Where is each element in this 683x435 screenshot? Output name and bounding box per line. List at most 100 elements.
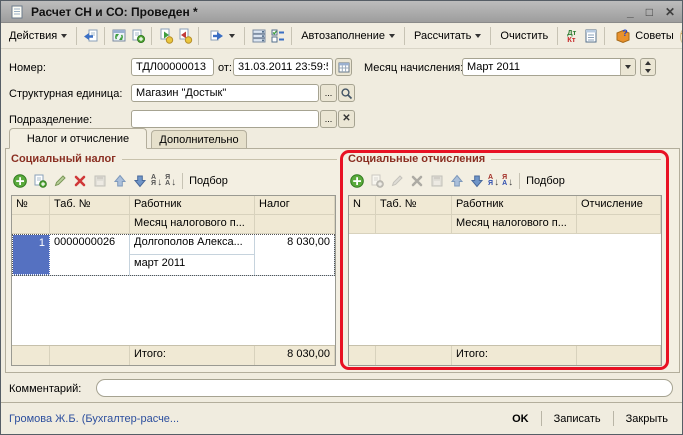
separator [182,173,183,189]
total-label: Итого: [130,346,255,365]
move-up-icon[interactable] [448,173,465,190]
close-form-button[interactable]: Закрыть [620,410,674,428]
chevron-down-icon [229,34,235,38]
move-down-icon[interactable] [131,173,148,190]
sort-asc-icon[interactable]: АЯ ↓ [488,175,499,188]
minimize-button[interactable]: _ [627,6,634,18]
spinner-down-icon[interactable] [641,67,655,75]
tab-additional[interactable]: Дополнительно [151,130,247,149]
sort-asc-icon[interactable]: АЯ ↓ [151,175,162,188]
close-button[interactable]: ✕ [665,6,675,18]
pick-button[interactable]: Подбор [189,175,228,187]
month-dropdown-button[interactable] [620,59,635,75]
table-header-row: № Таб. № Работник Налог [12,196,335,215]
copy-row-icon[interactable] [31,173,48,190]
save-button[interactable]: Записать [548,410,607,428]
calendar-button[interactable] [335,58,352,76]
calendar-icon [338,61,350,73]
worker-cell[interactable]: Долгополов Алекса... март 2011 [130,234,255,275]
autofill-menu-button[interactable]: Автозаполнение [297,28,399,44]
report-icon[interactable] [582,28,599,45]
comment-label: Комментарий: [9,383,81,395]
copy-row-icon[interactable] [368,173,385,190]
date-input[interactable] [233,58,333,76]
tab-tax-and-deduction[interactable]: Налог и отчисление [9,128,147,149]
department-clear-button[interactable]: ✕ [338,110,355,128]
titlebar: Расчет СН и СО: Проведен * _ □ ✕ [1,1,682,23]
add-row-icon[interactable] [11,173,28,190]
department-label: Подразделение: [9,114,92,126]
chevron-down-icon [475,34,481,38]
tips-book-icon: ? [614,28,631,45]
department-picker-button[interactable]: ... [320,110,337,128]
table-header-row2: Месяц налогового п... [12,215,335,234]
current-user-label: Громова Ж.Б. (Бухгалтер-расче... [9,413,179,425]
settings-checklist-icon[interactable] [269,28,286,45]
dtkt-postings-icon[interactable]: ДтКт [563,28,580,45]
calculate-label: Рассчитать [414,30,471,42]
tax-cell[interactable]: 8 030,00 [255,234,335,275]
month-spinner[interactable] [640,58,656,76]
go-to-menu-button[interactable] [204,26,239,47]
accrual-month-input[interactable] [462,58,636,76]
statusbar: Громова Ж.Б. (Бухгалтер-расче... OK Запи… [1,402,682,434]
number-input[interactable] [131,58,214,76]
spinner-up-icon[interactable] [641,59,655,67]
edit-row-icon[interactable] [388,173,405,190]
main-toolbar: Действия [1,24,682,49]
document-window: Расчет СН и СО: Проведен * _ □ ✕ Действи… [0,0,683,435]
total-value: 8 030,00 [255,346,335,365]
unit-input[interactable] [131,84,319,102]
sort-desc-icon[interactable]: ЯА ↓ [502,175,513,188]
ok-button[interactable]: OK [506,410,535,428]
clear-button[interactable]: Очистить [496,28,552,44]
delete-row-icon[interactable] [408,173,425,190]
table-footer-row: Итого: 8 030,00 [12,345,335,365]
chevron-down-icon [389,34,395,38]
separator [519,173,520,189]
actions-label: Действия [9,30,57,42]
maximize-button[interactable]: □ [646,6,653,18]
pick-button[interactable]: Подбор [526,175,565,187]
row-number-cell[interactable]: 1 [12,234,50,275]
delete-row-icon[interactable] [71,173,88,190]
calculate-menu-button[interactable]: Рассчитать [410,28,485,44]
date-prefix-label: от: [218,62,232,74]
comment-input[interactable] [96,379,673,397]
separator [613,411,614,426]
end-edit-icon[interactable] [91,173,108,190]
separator [151,27,152,45]
tips-label: Советы [635,30,673,42]
department-input[interactable] [131,110,319,128]
add-row-icon[interactable] [348,173,365,190]
col-tabnum: Таб. № [376,196,452,215]
table-body[interactable] [349,234,661,345]
unpost-document-icon[interactable] [176,28,193,45]
col-num: N [349,196,376,215]
social-deductions-toolbar: АЯ ↓ ЯА ↓ Подбор [348,171,565,191]
table-body: 1 0000000026 Долгополов Алекса... март 2… [12,234,335,345]
copy-document-icon[interactable] [129,28,146,45]
tips-button[interactable]: ? Советы [610,26,677,47]
post-document-icon[interactable] [157,28,174,45]
table-header-row2: Месяц налогового п... [349,215,661,234]
separator [557,27,558,45]
move-up-icon[interactable] [111,173,128,190]
table-row[interactable]: 1 0000000026 Долгополов Алекса... март 2… [12,234,335,276]
chevron-down-icon [61,34,67,38]
subordination-structure-icon[interactable] [250,28,267,45]
end-edit-icon[interactable] [428,173,445,190]
social-tax-table: № Таб. № Работник Налог Месяц налогового… [11,195,336,366]
refresh-icon[interactable] [110,28,127,45]
unit-picker-button[interactable]: ... [320,84,337,102]
edit-row-icon[interactable] [51,173,68,190]
col-deduction: Отчисление [577,196,661,215]
tabnum-cell[interactable]: 0000000026 [50,234,130,275]
reread-document-icon[interactable] [82,28,99,45]
col-worker: Работник [452,196,577,215]
sort-desc-icon[interactable]: ЯА ↓ [165,175,176,188]
actions-menu-button[interactable]: Действия [5,28,71,44]
unit-search-button[interactable] [338,84,355,102]
move-down-icon[interactable] [468,173,485,190]
social-deductions-table: N Таб. № Работник Отчисление Месяц налог… [348,195,662,366]
